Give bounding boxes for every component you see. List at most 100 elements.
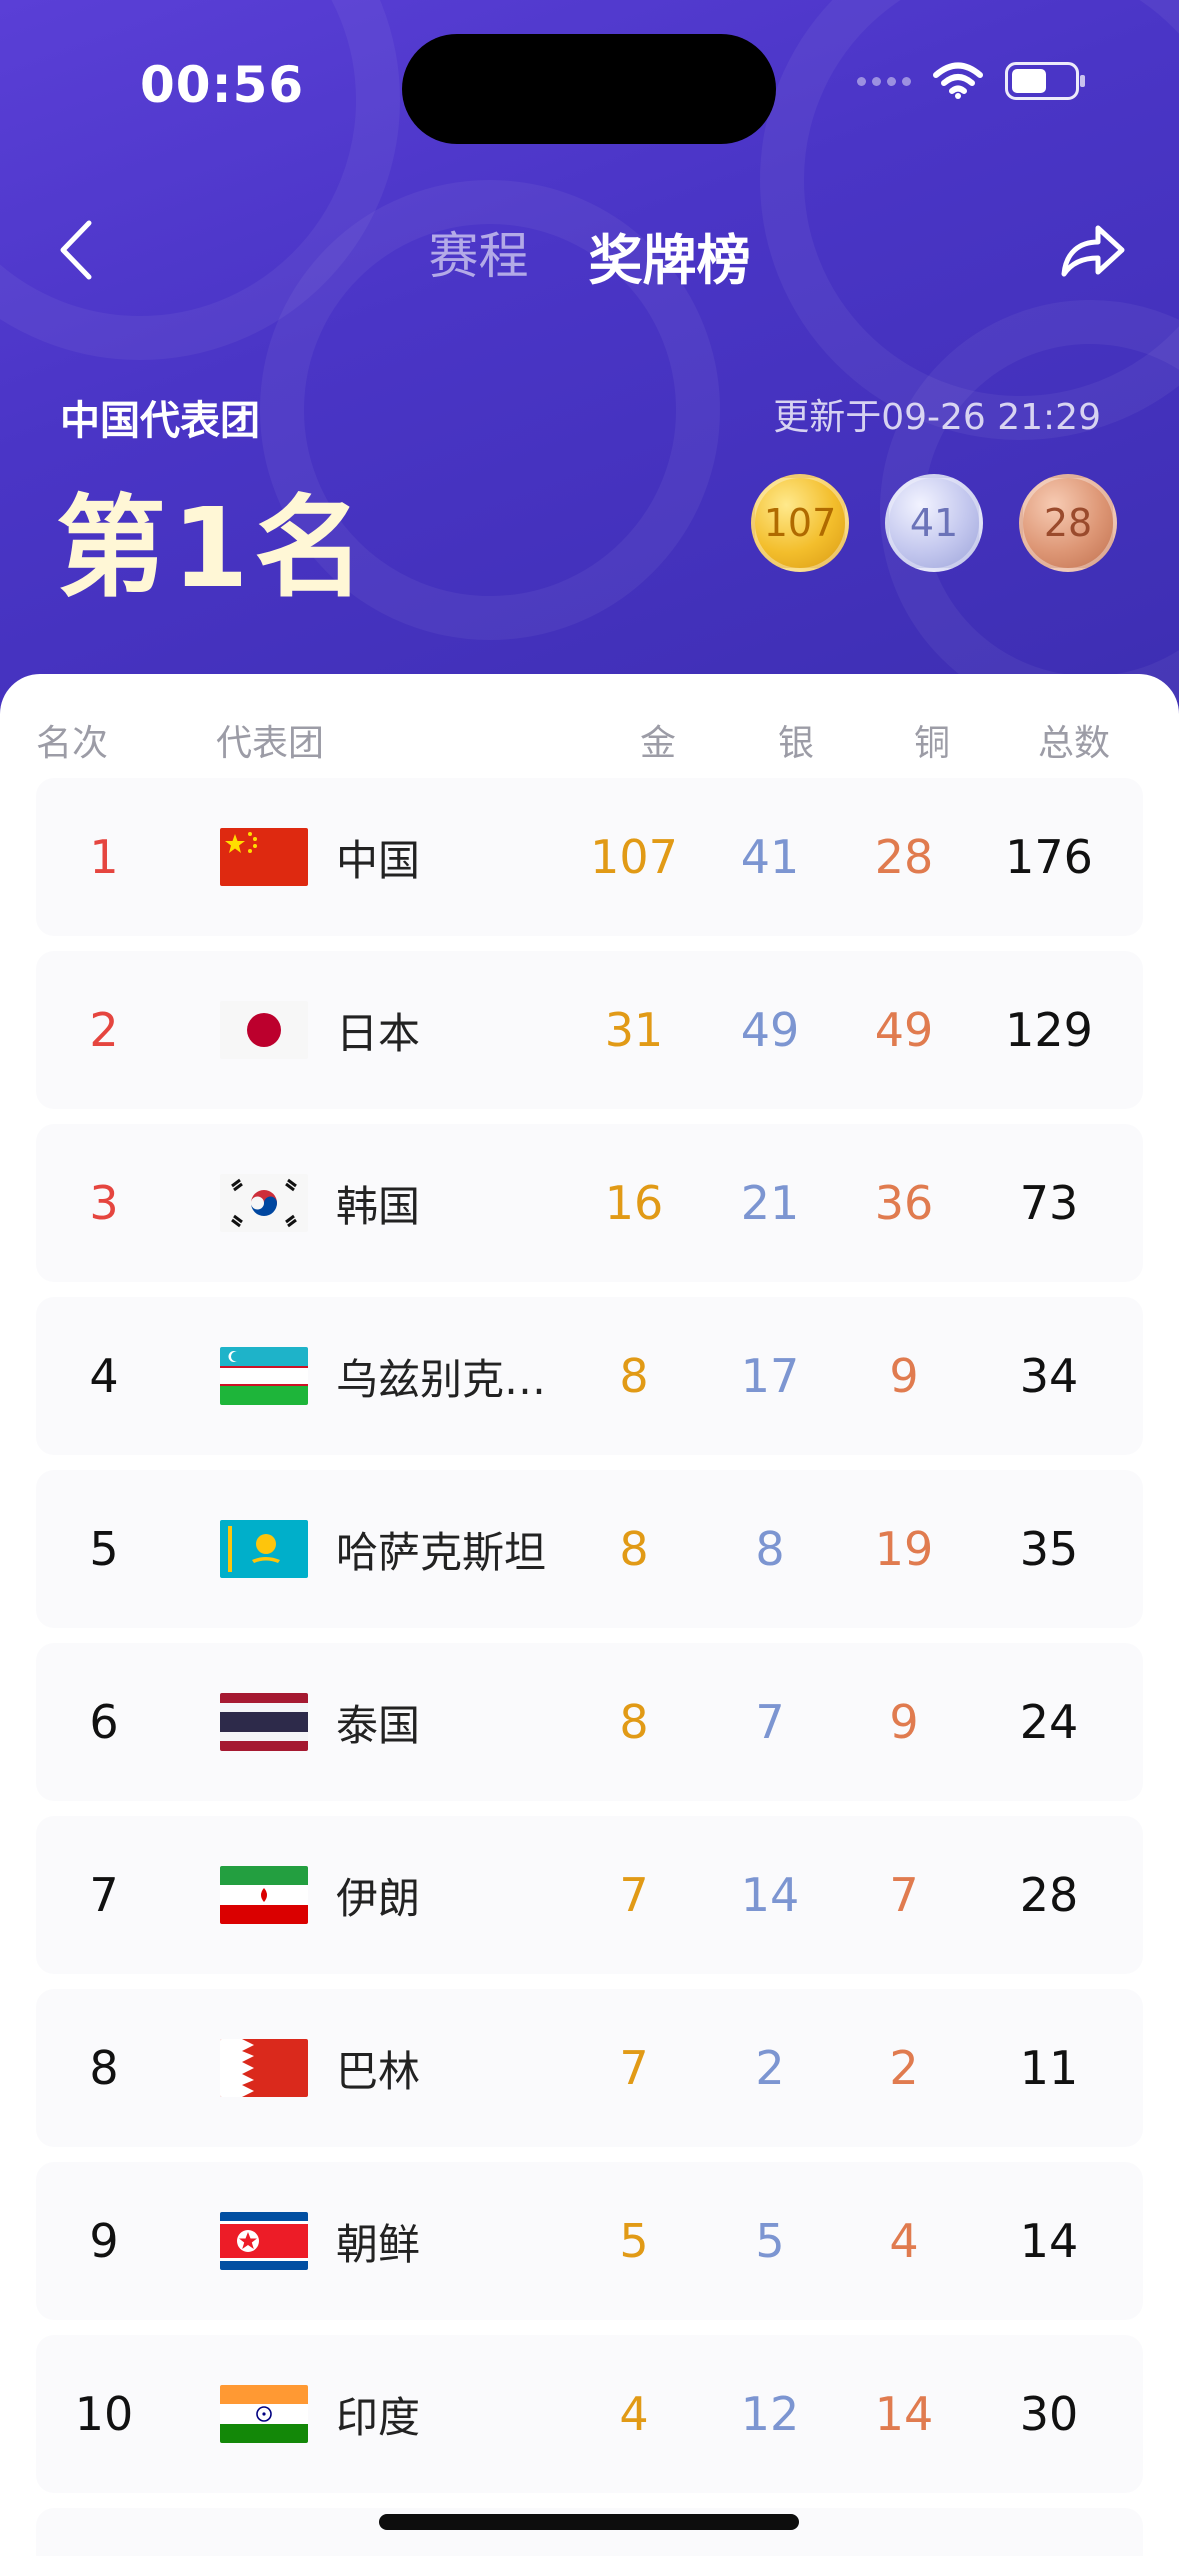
row-team-name: 哈萨克斯坦 — [336, 1527, 547, 1577]
row-bronze: 9 — [889, 1349, 919, 1403]
china-flag-icon — [220, 828, 308, 886]
row-rank: 5 — [89, 1522, 119, 1576]
tab-medal-table[interactable]: 奖牌榜 — [589, 212, 751, 299]
table-row[interactable]: 4 乌兹别克… 8 17 9 34 — [36, 1297, 1143, 1455]
row-silver: 7 — [755, 1695, 785, 1749]
japan-flag-icon — [220, 1001, 308, 1059]
row-silver: 8 — [755, 1522, 785, 1576]
row-total: 129 — [1005, 1003, 1093, 1057]
row-gold: 7 — [619, 1868, 649, 1922]
row-gold: 5 — [619, 2214, 649, 2268]
team-name: 中国代表团 — [60, 398, 260, 444]
table-row[interactable]: 7 伊朗 7 14 7 28 — [36, 1816, 1143, 1974]
table-row[interactable]: 3 韩国 16 21 36 73 — [36, 1124, 1143, 1282]
row-team-name: 日本 — [336, 1008, 421, 1058]
row-gold: 8 — [619, 1695, 649, 1749]
row-bronze: 36 — [874, 1176, 934, 1230]
row-bronze: 9 — [889, 1695, 919, 1749]
header-team: 代表团 — [216, 723, 325, 764]
bahrain-flag-icon — [220, 2039, 308, 2097]
row-silver: 2 — [755, 2041, 785, 2095]
signal-icon — [857, 76, 911, 86]
row-silver: 12 — [740, 2387, 800, 2441]
row-bronze: 14 — [874, 2387, 934, 2441]
row-rank: 3 — [89, 1176, 119, 1230]
row-silver: 21 — [740, 1176, 800, 1230]
header-gold: 金 — [640, 723, 677, 764]
row-total: 24 — [1019, 1695, 1079, 1749]
medal-table-panel: 名次 代表团 金 银 铜 总数 1 中国 107 41 28 176 2 日本 … — [0, 674, 1179, 2556]
row-total: 34 — [1019, 1349, 1079, 1403]
row-team-name: 朝鲜 — [336, 2219, 421, 2269]
korea-flag-icon — [220, 1174, 308, 1232]
tab-schedule[interactable]: 赛程 — [429, 212, 529, 299]
row-team-name: 乌兹别克… — [336, 1354, 547, 1404]
share-arrow-icon — [1061, 225, 1125, 277]
row-gold: 16 — [604, 1176, 664, 1230]
row-silver: 49 — [740, 1003, 800, 1057]
silver-medal-badge: 41 — [885, 474, 983, 572]
row-bronze: 4 — [889, 2214, 919, 2268]
row-rank: 7 — [89, 1868, 119, 1922]
thailand-flag-icon — [220, 1693, 308, 1751]
row-silver: 14 — [740, 1868, 800, 1922]
row-bronze: 19 — [874, 1522, 934, 1576]
row-gold: 31 — [604, 1003, 664, 1057]
row-bronze: 2 — [889, 2041, 919, 2095]
share-button[interactable] — [1051, 210, 1135, 290]
row-total: 11 — [1019, 2041, 1079, 2095]
wifi-icon — [933, 62, 983, 99]
table-row[interactable]: 10 印度 4 12 14 30 — [36, 2335, 1143, 2493]
table-row[interactable]: 2 日本 31 49 49 129 — [36, 951, 1143, 1109]
iran-flag-icon — [220, 1866, 308, 1924]
north-korea-flag-icon — [220, 2212, 308, 2270]
table-row[interactable]: 8 巴林 7 2 2 11 — [36, 1989, 1143, 2147]
row-team-name: 巴林 — [336, 2046, 421, 2096]
row-rank: 4 — [89, 1349, 119, 1403]
row-bronze: 49 — [874, 1003, 934, 1057]
row-silver: 17 — [740, 1349, 800, 1403]
row-total: 28 — [1019, 1868, 1079, 1922]
status-time: 00:56 — [140, 56, 305, 114]
table-row[interactable]: 6 泰国 8 7 9 24 — [36, 1643, 1143, 1801]
update-timestamp: 更新于09-26 21:29 — [773, 397, 1101, 438]
gold-medal-badge: 107 — [751, 474, 849, 572]
row-rank: 1 — [89, 830, 119, 884]
header-bronze: 铜 — [914, 723, 951, 764]
row-rank: 8 — [89, 2041, 119, 2095]
row-gold: 107 — [590, 830, 678, 884]
row-total: 35 — [1019, 1522, 1079, 1576]
india-flag-icon — [220, 2385, 308, 2443]
dynamic-island — [402, 34, 776, 144]
row-silver: 5 — [755, 2214, 785, 2268]
team-rank: 第1名 — [56, 484, 371, 612]
row-silver: 41 — [740, 830, 800, 884]
row-gold: 4 — [619, 2387, 649, 2441]
row-total: 176 — [1005, 830, 1093, 884]
row-team-name: 伊朗 — [336, 1873, 421, 1923]
row-bronze: 28 — [874, 830, 934, 884]
kazakhstan-flag-icon — [220, 1520, 308, 1578]
row-rank: 6 — [89, 1695, 119, 1749]
row-rank: 10 — [74, 2387, 134, 2441]
header-total: 总数 — [1038, 723, 1111, 764]
header-rank: 名次 — [36, 723, 109, 764]
row-gold: 7 — [619, 2041, 649, 2095]
table-header: 名次 代表团 金 银 铜 总数 — [0, 714, 1179, 770]
table-row[interactable]: 5 哈萨克斯坦 8 8 19 35 — [36, 1470, 1143, 1628]
uzbekistan-flag-icon — [220, 1347, 308, 1405]
status-icons — [857, 62, 1085, 100]
table-row[interactable]: 9 朝鲜 5 5 4 14 — [36, 2162, 1143, 2320]
home-indicator[interactable] — [379, 2514, 799, 2530]
row-team-name: 中国 — [336, 835, 421, 885]
row-total: 14 — [1019, 2214, 1079, 2268]
table-row[interactable]: 1 中国 107 41 28 176 — [36, 778, 1143, 936]
tab-bar: 赛程 奖牌榜 — [0, 212, 1179, 299]
row-total: 73 — [1019, 1176, 1079, 1230]
row-total: 30 — [1019, 2387, 1079, 2441]
row-team-name: 印度 — [336, 2392, 421, 2442]
battery-icon — [1005, 62, 1085, 100]
row-rank: 2 — [89, 1003, 119, 1057]
medal-summary: 107 41 28 — [751, 474, 1117, 572]
row-team-name: 韩国 — [336, 1181, 421, 1231]
